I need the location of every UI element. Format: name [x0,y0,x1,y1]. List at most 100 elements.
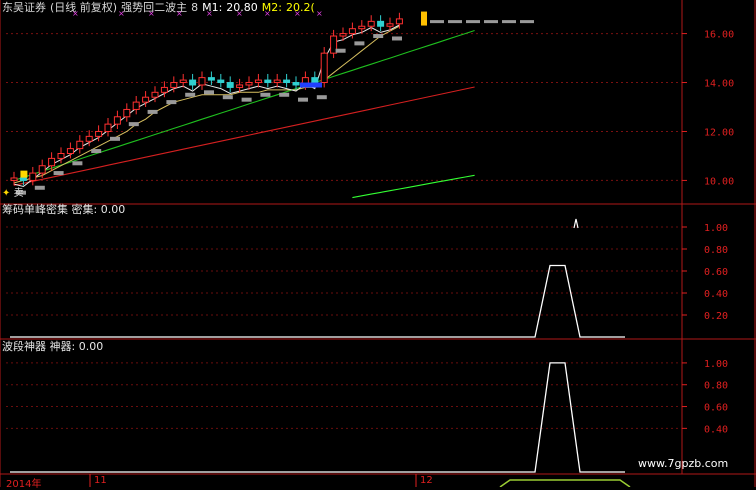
chip-block [298,97,308,102]
candle-body [358,25,366,30]
panel2-tick-label: 0.60 [704,267,728,278]
chip-block [279,92,290,97]
candle-body [113,116,121,125]
candle-body [198,77,206,86]
magenta-x-marker: × [206,9,213,18]
candle-body [160,86,168,93]
chip-block [354,41,365,46]
chip-block [72,161,83,166]
candle-body [38,165,46,174]
candle-body [395,18,403,25]
candle-body [19,177,27,181]
chip-block-right [484,20,498,24]
chip-block [373,34,384,39]
main-tick-label: 12.00 [704,127,734,138]
candle-body [217,79,225,84]
yellow-bar-marker [421,11,427,26]
ma-green-line [13,29,475,181]
panel3-title: 波段神器 [2,340,46,353]
candle-body [226,82,234,88]
candle-body [245,82,253,86]
candle-body [48,157,56,167]
chart-canvas[interactable]: 10.00 12.00 14.00 16.00 × × × × × × × × × 0.20 0.40 0.6… [0,0,756,487]
panel3-tick-label: 0.40 [704,424,728,435]
candle-body [320,52,328,84]
panel2-title-row: 筹码单峰密集 密集: 0.00 [2,203,125,217]
month-label-12: 12 [420,475,433,486]
chip-block [222,95,233,100]
chip-block [91,149,102,154]
candle-body [367,20,375,27]
chip-block-right [448,20,462,24]
panel3-title-row: 波段神器 神器: 0.00 [2,340,103,354]
candle-body [104,123,112,132]
chip-block [34,185,45,190]
candle-body [132,101,140,110]
candle-body [273,79,281,84]
chip-block [166,100,177,105]
chip-block-right [466,20,480,24]
candle-body [348,28,356,35]
candle-body [236,84,244,88]
panel2-tick-label: 0.80 [704,245,728,256]
candle-body [386,23,394,27]
panel2-tick-label: 0.20 [704,311,728,322]
panel2-metric-label: 密集: [71,203,98,216]
legend-text: 卖 [13,188,24,199]
panel2-tick-label: 1.00 [704,223,728,234]
candle-body [189,79,197,86]
ma-bright-green-line [352,174,475,199]
panel3-metric-label: 神器: [49,340,76,353]
month-label-11: 11 [94,475,107,486]
star-marker-icon: ✦ [2,188,11,199]
yellow-marker [20,170,28,178]
candle-body [339,33,347,37]
chip-block [241,97,252,102]
candle-body [377,20,385,27]
candle-body [76,140,84,150]
chip-block [185,92,196,97]
magenta-x-marker: × [118,9,125,18]
stock-chart-window: 东吴证券 (日线 前复权) 强势回二波主 8 M1: 20.80 M2: 20.2( 10.0… [0,0,756,490]
candle-body [179,79,187,84]
chip-block [53,171,64,176]
magenta-x-marker: × [72,9,79,18]
main-tick-label: 14.00 [704,79,734,90]
candle-body [264,79,272,84]
panel2-metric-value: 0.00 [100,203,126,216]
magenta-x-marker: × [148,9,155,18]
candle-body [57,153,65,159]
main-tick-label: 16.00 [704,30,734,41]
chip-block [204,90,214,95]
candle-body [283,79,291,84]
chip-block [392,36,402,41]
panel2-tick-label: 0.40 [704,289,728,300]
panel2-title: 筹码单峰密集 [2,203,68,216]
main-tick-label: 10.00 [704,176,734,187]
chip-block [110,136,120,141]
panel3-tick-label: 0.60 [704,403,728,414]
candle-body [29,172,37,181]
panel3-tick-label: 0.80 [704,381,728,392]
chip-block-right [502,20,516,24]
watermark: www.7gpzb.com [638,457,729,470]
candle-body [85,135,93,142]
panel2-signal-line [10,264,625,338]
candle-body [151,91,159,98]
candle-body [10,177,18,181]
chip-block [335,48,346,53]
chip-block [128,122,139,127]
candle-body [311,77,319,84]
chip-block [147,109,158,114]
ma-red-line [13,86,475,186]
magenta-x-marker: × [264,9,271,18]
chip-block-right [430,20,444,24]
panel3-metric-value: 0.00 [78,340,104,353]
candle-body [207,77,215,81]
magenta-x-marker: × [316,9,323,18]
magenta-x-marker: × [236,9,243,18]
blue-marker [300,82,322,88]
chip-block [260,92,271,97]
panel3-signal-line [10,362,625,473]
candle-body [95,130,103,137]
